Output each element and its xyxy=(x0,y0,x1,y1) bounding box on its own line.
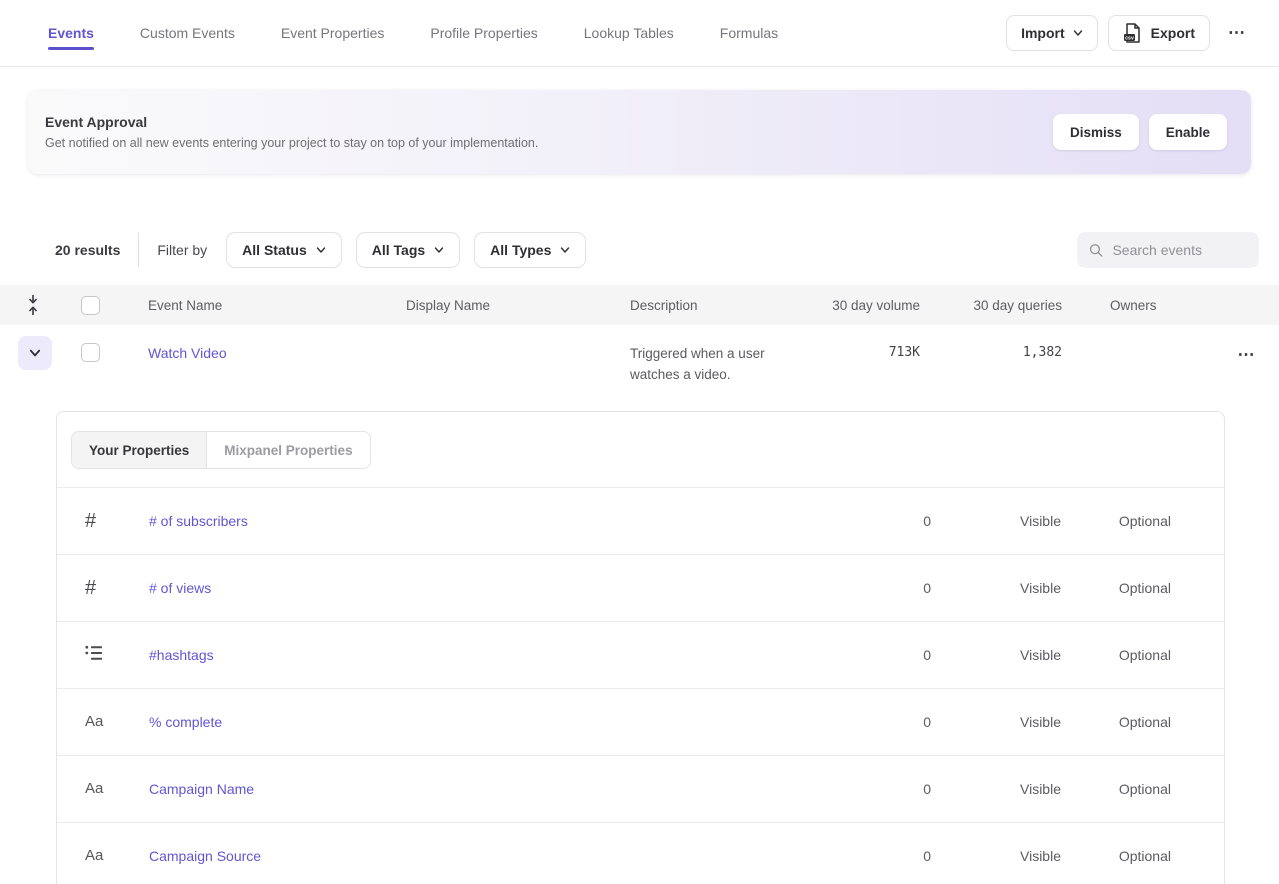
property-name-link[interactable]: # of subscribers xyxy=(149,513,811,529)
search-events-input[interactable] xyxy=(1112,242,1247,258)
chevron-down-icon xyxy=(29,347,41,359)
property-name-link[interactable]: % complete xyxy=(149,714,811,730)
event-queries-value: 1,382 xyxy=(920,325,1062,360)
text-type-icon: Aa xyxy=(85,780,103,797)
property-row: #hashtags 0 Visible Optional xyxy=(57,622,1224,689)
column-header-queries: 30 day queries xyxy=(920,298,1062,313)
property-requirement: Optional xyxy=(1061,781,1171,797)
enable-button[interactable]: Enable xyxy=(1149,114,1227,150)
property-name-link[interactable]: #hashtags xyxy=(149,647,811,663)
nav-more-menu-button[interactable]: ⋯ xyxy=(1220,17,1255,49)
row-checkbox[interactable] xyxy=(81,343,100,362)
tags-filter-label: All Tags xyxy=(372,242,425,258)
table-row-watch-video: Watch Video Triggered when a user watche… xyxy=(0,325,1279,402)
tags-filter-dropdown[interactable]: All Tags xyxy=(356,232,460,268)
row-expander-button[interactable] xyxy=(18,336,52,370)
property-row: # # of subscribers 0 Visible Optional xyxy=(57,488,1224,555)
tab-profile-properties[interactable]: Profile Properties xyxy=(430,0,537,66)
event-name-link[interactable]: Watch Video xyxy=(124,325,382,361)
text-type-icon: Aa xyxy=(85,847,103,864)
top-navigation: Events Custom Events Event Properties Pr… xyxy=(0,0,1279,67)
event-volume-value: 713K xyxy=(796,325,920,360)
property-requirement: Optional xyxy=(1061,848,1171,864)
import-button[interactable]: Import xyxy=(1006,15,1098,51)
property-value: 0 xyxy=(811,781,931,797)
properties-tab-group: Your Properties Mixpanel Properties xyxy=(71,431,371,469)
number-type-icon: # xyxy=(85,510,96,532)
search-icon xyxy=(1089,242,1103,259)
banner-title: Event Approval xyxy=(45,114,538,130)
property-requirement: Optional xyxy=(1061,647,1171,663)
divider xyxy=(138,233,139,267)
property-visibility: Visible xyxy=(931,781,1061,797)
event-description: Triggered when a user watches a video. xyxy=(606,325,784,386)
property-value: 0 xyxy=(811,714,931,730)
column-header-event-name: Event Name xyxy=(124,298,382,313)
tab-custom-events[interactable]: Custom Events xyxy=(140,0,235,66)
property-name-link[interactable]: Campaign Source xyxy=(149,848,811,864)
property-value: 0 xyxy=(811,513,931,529)
property-row: Aa Campaign Name 0 Visible Optional xyxy=(57,756,1224,823)
text-type-icon: Aa xyxy=(85,713,103,730)
export-button[interactable]: csv Export xyxy=(1108,15,1210,51)
property-visibility: Visible xyxy=(931,647,1061,663)
types-filter-label: All Types xyxy=(490,242,551,258)
tab-formulas[interactable]: Formulas xyxy=(720,0,778,66)
types-filter-dropdown[interactable]: All Types xyxy=(474,232,586,268)
property-row: # # of views 0 Visible Optional xyxy=(57,555,1224,622)
list-type-icon xyxy=(85,645,103,661)
svg-text:csv: csv xyxy=(1125,35,1134,41)
column-header-owners: Owners xyxy=(1062,298,1215,313)
event-approval-banner: Event Approval Get notified on all new e… xyxy=(28,90,1251,174)
chevron-down-icon xyxy=(316,245,326,255)
property-name-link[interactable]: Campaign Name xyxy=(149,781,811,797)
property-visibility: Visible xyxy=(931,848,1061,864)
events-table-header: Event Name Display Name Description 30 d… xyxy=(0,285,1279,325)
row-more-menu-button[interactable]: ⋯ xyxy=(1230,339,1265,371)
chevron-down-icon xyxy=(1073,28,1083,38)
column-header-description: Description xyxy=(606,298,796,313)
column-header-volume: 30 day volume xyxy=(796,298,920,313)
property-row: Aa Campaign Source 0 Visible Optional xyxy=(57,823,1224,884)
property-visibility: Visible xyxy=(931,580,1061,596)
tab-lookup-tables[interactable]: Lookup Tables xyxy=(584,0,674,66)
status-filter-label: All Status xyxy=(242,242,307,258)
tab-mixpanel-properties[interactable]: Mixpanel Properties xyxy=(206,432,369,468)
property-value: 0 xyxy=(811,848,931,864)
collapse-all-icon[interactable] xyxy=(26,294,40,316)
select-all-checkbox[interactable] xyxy=(81,296,100,315)
chevron-down-icon xyxy=(560,245,570,255)
tab-events[interactable]: Events xyxy=(48,0,94,66)
search-events-box xyxy=(1077,232,1259,268)
number-type-icon: # xyxy=(85,577,96,599)
import-button-label: Import xyxy=(1021,25,1065,41)
results-count: 20 results xyxy=(55,242,120,258)
status-filter-dropdown[interactable]: All Status xyxy=(226,232,342,268)
banner-description: Get notified on all new events entering … xyxy=(45,136,538,150)
column-header-display-name: Display Name xyxy=(382,298,606,313)
property-visibility: Visible xyxy=(931,714,1061,730)
tab-your-properties[interactable]: Your Properties xyxy=(72,432,206,468)
property-requirement: Optional xyxy=(1061,513,1171,529)
export-button-label: Export xyxy=(1151,25,1195,41)
property-requirement: Optional xyxy=(1061,714,1171,730)
property-row: Aa % complete 0 Visible Optional xyxy=(57,689,1224,756)
chevron-down-icon xyxy=(434,245,444,255)
nav-tabs: Events Custom Events Event Properties Pr… xyxy=(48,0,778,66)
property-value: 0 xyxy=(811,580,931,596)
dismiss-button[interactable]: Dismiss xyxy=(1053,114,1139,150)
properties-panel: Your Properties Mixpanel Properties # # … xyxy=(56,411,1225,884)
property-visibility: Visible xyxy=(931,513,1061,529)
csv-file-icon: csv xyxy=(1123,22,1143,44)
property-value: 0 xyxy=(811,647,931,663)
filter-by-label: Filter by xyxy=(157,242,207,258)
property-name-link[interactable]: # of views xyxy=(149,580,811,596)
tab-event-properties[interactable]: Event Properties xyxy=(281,0,385,66)
property-requirement: Optional xyxy=(1061,580,1171,596)
filter-toolbar: 20 results Filter by All Status All Tags… xyxy=(0,232,1279,268)
